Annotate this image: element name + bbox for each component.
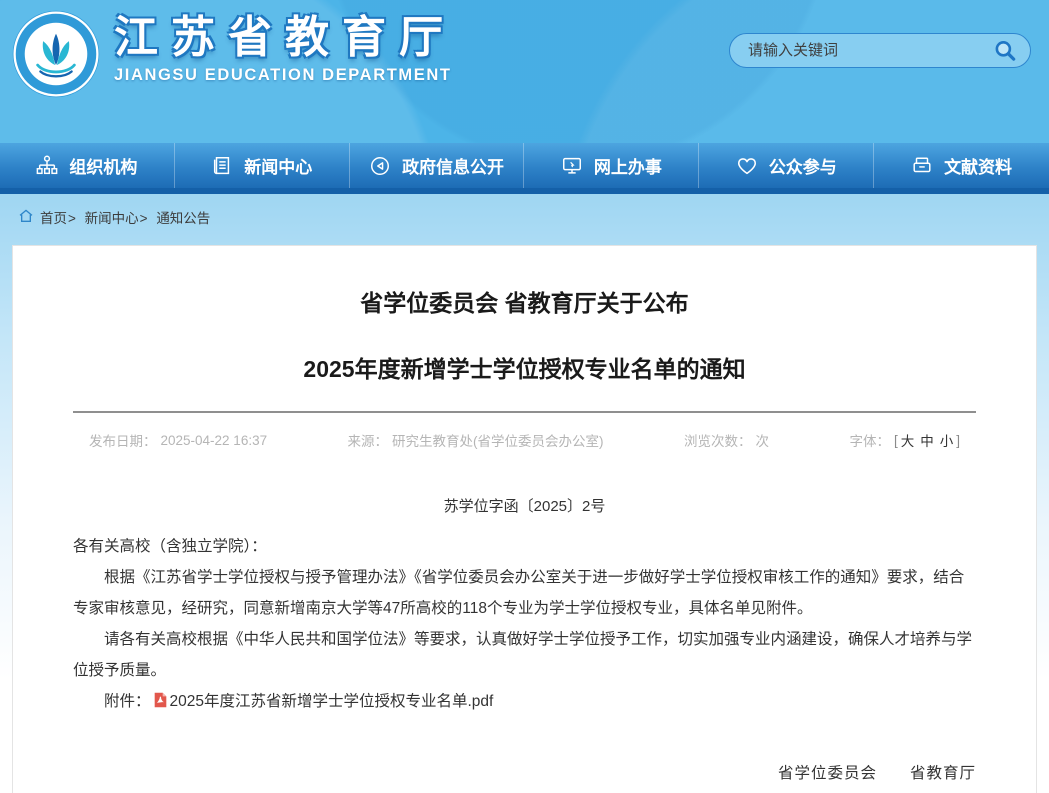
article-body: 根据《江苏省学士学位授权与授予管理办法》《省学位委员会办公室关于进一步做好学士学… xyxy=(73,562,976,686)
heart-icon xyxy=(736,155,758,177)
nav-item-document-resources[interactable]: 文献资料 xyxy=(874,143,1049,188)
source: 来源： 研究生教育处(省学位委员会办公室) xyxy=(348,430,604,450)
jiangsu-education-emblem-icon xyxy=(10,8,102,100)
site-title: 江苏省教育厅 xyxy=(114,14,456,62)
nav-label: 组织机构 xyxy=(69,153,137,178)
attachment-file-link[interactable]: 2025年度江苏省新增学士学位授权专业名单.pdf xyxy=(170,693,494,710)
publish-date: 发布日期： 2025-04-22 16:37 xyxy=(89,430,267,450)
attachment-line: 附件： 2025年度江苏省新增学士学位授权专业名单.pdf xyxy=(73,686,976,717)
publish-date-label: 发布日期： xyxy=(89,430,157,450)
nav-item-gov-info-disclosure[interactable]: 政府信息公开 xyxy=(350,143,525,188)
font-size-medium-button[interactable]: 中 xyxy=(920,430,934,450)
site-header: 江苏省教育厅 JIANGSU EDUCATION DEPARTMENT xyxy=(0,0,1049,143)
news-doc-icon xyxy=(211,155,233,177)
nav-item-online-services[interactable]: 网上办事 xyxy=(524,143,699,188)
view-count-value: 次 xyxy=(756,430,770,450)
search-icon xyxy=(992,38,1018,64)
nav-label: 文献资料 xyxy=(944,153,1012,178)
pdf-icon xyxy=(153,692,168,708)
bracket-close: ] xyxy=(956,433,960,448)
breadcrumb: 首页> 新闻中心> 通知公告 xyxy=(40,207,210,227)
source-value: 研究生教育处(省学位委员会办公室) xyxy=(392,430,604,450)
font-size-switcher: 字体： [ 大 中 小 ] xyxy=(849,430,960,450)
font-size-small-button[interactable]: 小 xyxy=(940,430,954,450)
monitor-icon xyxy=(561,155,583,177)
breadcrumb-bar: 首页> 新闻中心> 通知公告 xyxy=(0,194,1049,245)
breadcrumb-current-page: 通知公告 xyxy=(156,211,210,226)
attachment-label: 附件： xyxy=(104,693,151,710)
source-label: 来源： xyxy=(348,430,389,450)
archive-icon xyxy=(911,155,933,177)
article-card: 省学位委员会 省教育厅关于公布 2025年度新增学士学位授权专业名单的通知 发布… xyxy=(12,245,1037,793)
nav-item-organization[interactable]: 组织机构 xyxy=(0,143,175,188)
title-divider xyxy=(73,411,976,413)
site-subtitle: JIANGSU EDUCATION DEPARTMENT xyxy=(114,66,456,85)
site-logo-brand[interactable]: 江苏省教育厅 JIANGSU EDUCATION DEPARTMENT xyxy=(10,8,456,100)
nav-label: 网上办事 xyxy=(594,153,662,178)
paragraph: 根据《江苏省学士学位授权与授予管理办法》《省学位委员会办公室关于进一步做好学士学… xyxy=(73,562,976,624)
salutation: 各有关高校（含独立学院）： xyxy=(73,532,976,562)
nav-label: 公众参与 xyxy=(769,153,837,178)
breadcrumb-home-link[interactable]: 首页 xyxy=(40,211,67,226)
brand-text: 江苏省教育厅 JIANGSU EDUCATION DEPARTMENT xyxy=(114,8,456,85)
nav-label: 政府信息公开 xyxy=(402,153,504,178)
signature-organizations: 省学位委员会 省教育厅 xyxy=(73,761,976,783)
view-count-label: 浏览次数： xyxy=(684,430,752,450)
search-button[interactable] xyxy=(990,36,1020,66)
view-count: 浏览次数： 次 xyxy=(684,430,769,450)
nav-item-public-participation[interactable]: 公众参与 xyxy=(699,143,874,188)
search-box[interactable] xyxy=(729,33,1031,68)
paragraph: 请各有关高校根据《中华人民共和国学位法》等要求，认真做好学士学位授予工作，切实加… xyxy=(73,624,976,686)
nav-label: 新闻中心 xyxy=(244,153,312,178)
breadcrumb-news-center-link[interactable]: 新闻中心 xyxy=(85,211,139,226)
home-icon xyxy=(18,208,34,224)
font-size-label: 字体： xyxy=(849,430,890,450)
breadcrumb-separator: > xyxy=(68,211,76,226)
nav-item-news-center[interactable]: 新闻中心 xyxy=(175,143,350,188)
bracket-open: [ xyxy=(894,433,898,448)
article-title-line1: 省学位委员会 省教育厅关于公布 xyxy=(73,246,976,318)
search-input[interactable] xyxy=(748,42,990,59)
article-meta: 发布日期： 2025-04-22 16:37 来源： 研究生教育处(省学位委员会… xyxy=(73,430,976,450)
font-size-large-button[interactable]: 大 xyxy=(901,430,915,450)
document-number: 苏学位字函〔2025〕2号 xyxy=(73,495,976,516)
main-nav: 组织机构 新闻中心 政府信息公开 网上办事 公众参与 xyxy=(0,143,1049,188)
info-circle-icon xyxy=(369,155,391,177)
breadcrumb-separator: > xyxy=(140,211,148,226)
article-title-line2: 2025年度新增学士学位授权专业名单的通知 xyxy=(73,318,976,384)
publish-date-value: 2025-04-22 16:37 xyxy=(161,433,268,448)
org-chart-icon xyxy=(36,155,58,177)
